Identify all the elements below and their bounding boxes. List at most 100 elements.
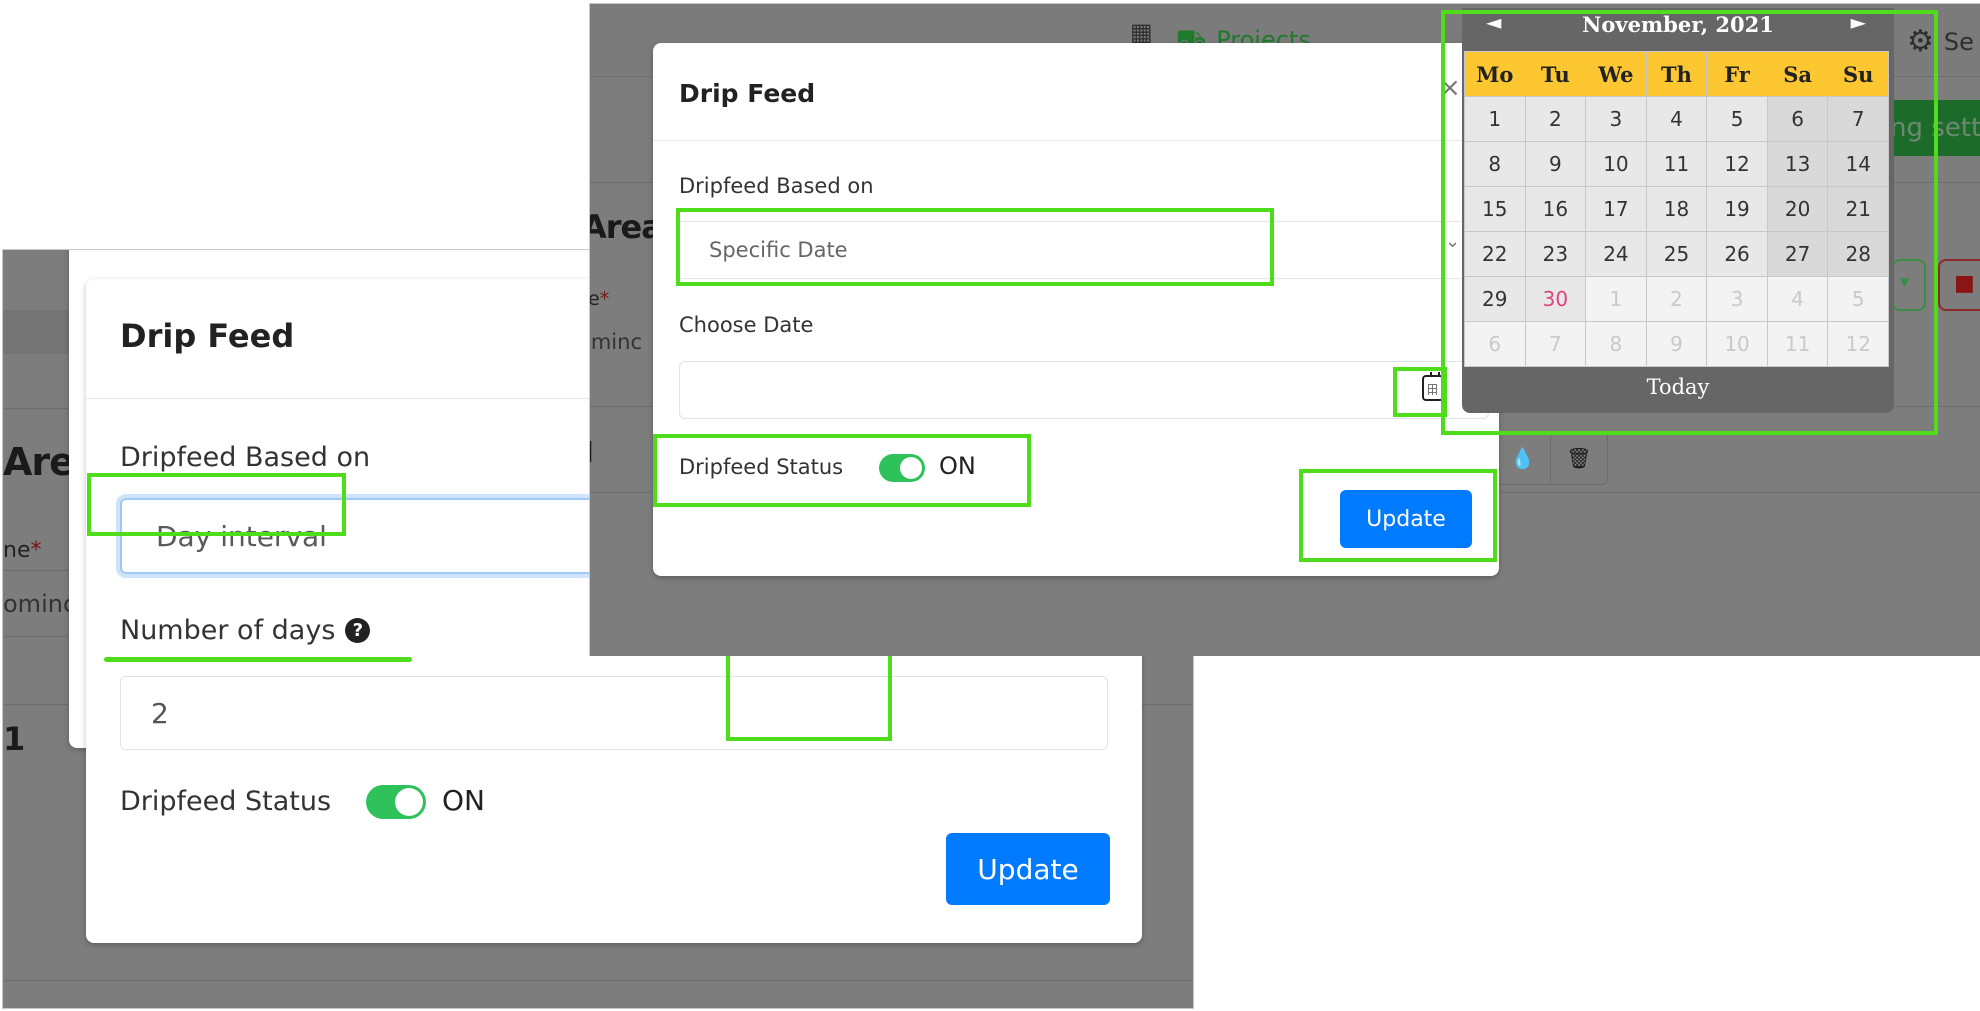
choose-date-label: Choose Date (679, 313, 814, 337)
calendar-day[interactable]: 4 (1646, 97, 1707, 141)
dripfeed-based-on-select[interactable]: Specific Date (679, 221, 1493, 279)
toggle-knob (395, 788, 423, 816)
calendar-day[interactable]: 21 (1828, 187, 1888, 231)
calendar-day[interactable]: 23 (1525, 232, 1586, 276)
calendar-day[interactable]: 5 (1707, 97, 1767, 141)
next-month-icon[interactable]: ► (1851, 10, 1866, 34)
calendar-day[interactable]: 16 (1525, 187, 1586, 231)
trash-icon[interactable]: 🗑 (1551, 432, 1607, 484)
update-button[interactable]: Update (946, 833, 1110, 905)
calendar-day-other-month[interactable]: 11 (1767, 322, 1828, 366)
calendar-day[interactable]: 20 (1767, 187, 1828, 231)
toggle-knob (900, 457, 922, 479)
calendar-day-other-month[interactable]: 6 (1465, 322, 1525, 366)
calendar-day[interactable]: 8 (1465, 142, 1525, 186)
number-of-days-input[interactable]: 2 (120, 676, 1108, 750)
today-button[interactable]: Today (1462, 375, 1894, 399)
background-settings-button: ng settin (1890, 100, 1980, 156)
calendar-day[interactable]: 26 (1707, 232, 1767, 276)
calendar-day[interactable]: 27 (1767, 232, 1828, 276)
calendar-day[interactable]: 24 (1586, 232, 1646, 276)
background-field-label: ne* (3, 538, 42, 563)
calendar-nav-icon[interactable]: ▦ (1130, 18, 1153, 46)
background-row-number: l (590, 436, 594, 469)
calendar-day-other-month[interactable]: 4 (1767, 277, 1828, 321)
weekday-header: We (1586, 52, 1646, 96)
weekday-header: Su (1828, 52, 1888, 96)
gear-icon: ⚙ (1907, 24, 1934, 59)
select-value: Specific Date (709, 238, 848, 262)
calendar-day-other-month[interactable]: 12 (1828, 322, 1888, 366)
weekday-header: Tu (1525, 52, 1586, 96)
required-mark: * (30, 538, 42, 563)
dripfeed-based-on-label: Dripfeed Based on (679, 174, 874, 198)
calendar-grid: Mo Tu We Th Fr Sa Su 1 2 3 4 5 6 7 8 9 10 11 12 13 14 15 16 17 1… (1464, 51, 1889, 367)
calendar-day[interactable]: 7 (1828, 97, 1888, 141)
select-value: Day interval (156, 519, 327, 553)
chevron-down-icon: ⌄ (1445, 231, 1461, 252)
dripfeed-status-label: Dripfeed Status (120, 786, 332, 817)
calendar-day[interactable]: 2 (1525, 97, 1586, 141)
calendar-day[interactable]: 13 (1767, 142, 1828, 186)
weekday-header: Th (1646, 52, 1707, 96)
calendar-day-other-month[interactable]: 10 (1707, 322, 1767, 366)
calendar-day[interactable]: 6 (1767, 97, 1828, 141)
calendar-icon[interactable] (1422, 372, 1444, 401)
question-circle-icon[interactable]: ? (345, 618, 371, 643)
calendar-day-other-month[interactable]: 5 (1828, 277, 1888, 321)
background-dropdown-button: ▼ (1892, 259, 1926, 311)
weekday-header: Fr (1707, 52, 1767, 96)
number-of-days-label: Number of days ? (120, 615, 371, 646)
background-row-number: 1 (3, 720, 25, 758)
calendar-day-other-month[interactable]: 9 (1646, 322, 1707, 366)
calendar-day-other-month[interactable]: 3 (1707, 277, 1767, 321)
trash-icon: ■ (1954, 271, 1975, 296)
calendar-day[interactable]: 12 (1707, 142, 1767, 186)
calendar-day[interactable]: 11 (1646, 142, 1707, 186)
weekday-header: Sa (1767, 52, 1828, 96)
calendar-day[interactable]: 22 (1465, 232, 1525, 276)
input-value: 2 (151, 696, 169, 730)
calendar-day-other-month[interactable]: 8 (1586, 322, 1646, 366)
dripfeed-status-toggle[interactable] (366, 785, 426, 819)
calendar-day[interactable]: 15 (1465, 187, 1525, 231)
dripfeed-status-text: ON (442, 784, 485, 817)
calendar-day[interactable]: 19 (1707, 187, 1767, 231)
modal-title: Drip Feed (120, 317, 295, 355)
dripfeed-based-on-label: Dripfeed Based on (120, 442, 371, 473)
background-heading: Area (589, 208, 663, 246)
nav-settings[interactable]: ⚙ Se (1907, 24, 1974, 59)
background-divider (3, 980, 1193, 981)
dripfeed-status-label: Dripfeed Status (679, 455, 844, 479)
calendar-day[interactable]: 28 (1828, 232, 1888, 276)
weekday-header: Mo (1465, 52, 1525, 96)
modal-title: Drip Feed (679, 79, 816, 108)
calendar-day[interactable]: 10 (1586, 142, 1646, 186)
calendar-day[interactable]: 9 (1525, 142, 1586, 186)
calendar-day-other-month[interactable]: 7 (1525, 322, 1586, 366)
choose-date-input[interactable] (679, 361, 1489, 419)
caret-down-icon: ▼ (1900, 275, 1910, 289)
drop-icon[interactable]: 💧 (1495, 432, 1551, 484)
update-button[interactable]: Update (1340, 490, 1472, 548)
calendar-header: ◄ November, 2021 ► (1462, 8, 1894, 48)
date-picker-popup: ◄ November, 2021 ► Mo Tu We Th Fr Sa Su 1 2 3 4 5 6 7… (1462, 8, 1894, 413)
calendar-day[interactable]: 17 (1586, 187, 1646, 231)
calendar-day-today[interactable]: 30 (1525, 277, 1586, 321)
calendar-day-other-month[interactable]: 1 (1586, 277, 1646, 321)
calendar-day[interactable]: 14 (1828, 142, 1888, 186)
dripfeed-status-text: ON (939, 452, 976, 480)
background-delete-button: ■ (1938, 259, 1980, 311)
calendar-day[interactable]: 25 (1646, 232, 1707, 276)
calendar-month-label: November, 2021 (1582, 12, 1774, 37)
calendar-day[interactable]: 29 (1465, 277, 1525, 321)
background-field-label: ne* (589, 288, 610, 310)
calendar-day[interactable]: 1 (1465, 97, 1525, 141)
calendar-day[interactable]: 18 (1646, 187, 1707, 231)
drip-feed-modal-specific-date: Drip Feed × Dripfeed Based on Specific D… (653, 43, 1499, 576)
background-field-value: ominc (3, 590, 77, 618)
dripfeed-status-toggle[interactable] (879, 454, 925, 482)
close-icon[interactable]: × (1439, 73, 1461, 103)
calendar-day-other-month[interactable]: 2 (1646, 277, 1707, 321)
calendar-day[interactable]: 3 (1586, 97, 1646, 141)
